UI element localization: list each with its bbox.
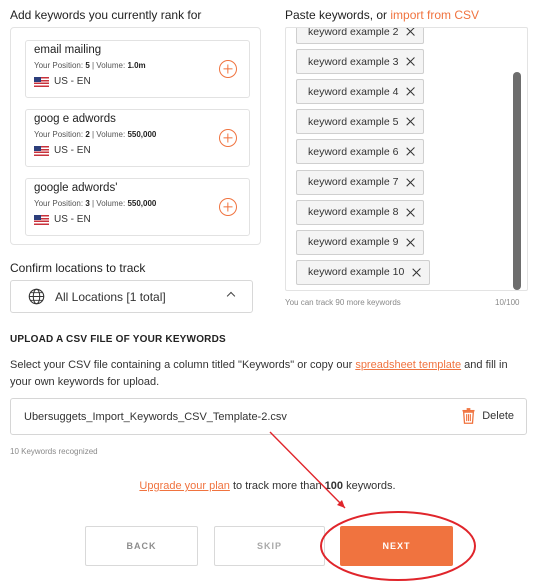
keyword-tag-label: keyword example 8 xyxy=(308,206,399,219)
remove-tag-icon[interactable] xyxy=(406,147,415,156)
next-button[interactable]: NEXT xyxy=(340,526,453,566)
add-keyword-button[interactable] xyxy=(219,60,237,78)
keyword-meta: Your Position: 3 | Volume: 550,000 xyxy=(34,199,157,208)
trash-icon xyxy=(462,408,475,424)
keywords-recognized: 10 Keywords recognized xyxy=(10,447,98,456)
keyword-tag-label: keyword example 5 xyxy=(308,115,399,128)
remove-tag-icon[interactable] xyxy=(406,117,415,126)
remove-tag-icon[interactable] xyxy=(406,87,415,96)
keyword-name: email mailing xyxy=(34,44,102,56)
us-flag-icon xyxy=(34,145,49,156)
import-csv-link[interactable]: import from CSV xyxy=(390,8,479,22)
keyword-tag-label: keyword example 9 xyxy=(308,236,399,249)
keyword-meta: Your Position: 5 | Volume: 1.0m xyxy=(34,61,146,70)
file-name: Ubersuggets_Import_Keywords_CSV_Template… xyxy=(24,411,287,423)
keyword-location: US - EN xyxy=(34,145,91,156)
globe-icon xyxy=(28,288,45,305)
us-flag-icon xyxy=(34,76,49,87)
ranked-keywords-panel: email mailing Your Position: 5 | Volume:… xyxy=(10,27,261,245)
upgrade-plan-link[interactable]: Upgrade your plan xyxy=(139,480,230,492)
add-keywords-heading: Add keywords you currently rank for xyxy=(10,8,202,22)
locations-heading: Confirm locations to track xyxy=(10,261,146,275)
keyword-tag: keyword example 6 xyxy=(296,139,425,165)
delete-file-button[interactable]: Delete xyxy=(462,408,514,424)
keyword-tag: keyword example 3 xyxy=(296,49,425,75)
skip-button[interactable]: SKIP xyxy=(214,526,325,566)
keyword-tags-list: keyword example 2 keyword example 3 keywor… xyxy=(286,28,514,290)
keyword-location: US - EN xyxy=(34,76,91,87)
keyword-tag: keyword example 10 xyxy=(296,259,431,285)
remove-tag-icon[interactable] xyxy=(406,57,415,66)
keyword-meta: Your Position: 2 | Volume: 550,000 xyxy=(34,130,157,139)
arrow-head-icon xyxy=(337,500,345,508)
upload-description: Select your CSV file containing a column… xyxy=(10,359,508,388)
keyword-tag: keyword example 2 xyxy=(296,27,425,44)
keyword-tag: keyword example 5 xyxy=(296,109,425,135)
uploaded-file-row: Ubersuggets_Import_Keywords_CSV_Template… xyxy=(10,398,527,435)
keyword-name: goog e adwords xyxy=(34,113,116,125)
add-keyword-button[interactable] xyxy=(219,129,237,147)
upload-title: UPLOAD A CSV FILE OF YOUR KEYWORDS xyxy=(10,334,226,345)
tags-scrollbar[interactable] xyxy=(513,72,521,290)
upgrade-note: Upgrade your plan to track more than 100… xyxy=(139,480,396,492)
track-count: 10/100 xyxy=(495,298,520,307)
chevron-up-icon xyxy=(226,291,236,301)
ranked-keyword-card: goog e adwords Your Position: 2 | Volume… xyxy=(25,109,250,167)
remove-tag-icon[interactable] xyxy=(406,178,415,187)
keyword-tag-label: keyword example 4 xyxy=(308,85,399,98)
keyword-tag: keyword example 7 xyxy=(296,169,425,195)
keyword-name: google adwords' xyxy=(34,182,118,194)
keyword-location: US - EN xyxy=(34,214,91,225)
us-flag-icon xyxy=(34,214,49,225)
keyword-tag: keyword example 4 xyxy=(296,79,425,105)
ranked-keyword-card: email mailing Your Position: 5 | Volume:… xyxy=(25,40,250,98)
keyword-tag-label: keyword example 3 xyxy=(308,55,399,68)
keyword-tag-label: keyword example 2 xyxy=(308,27,399,38)
add-keyword-button[interactable] xyxy=(219,198,237,216)
ranked-keyword-card: google adwords' Your Position: 3 | Volum… xyxy=(25,178,250,236)
remove-tag-icon[interactable] xyxy=(406,28,415,36)
remove-tag-icon[interactable] xyxy=(406,208,415,217)
keyword-tags-panel[interactable]: keyword example 2 keyword example 3 keywor… xyxy=(285,27,528,291)
remove-tag-icon[interactable] xyxy=(406,238,415,247)
location-select-value: All Locations [1 total] xyxy=(55,289,166,304)
keyword-tag: keyword example 8 xyxy=(296,199,425,225)
track-remaining-note: You can track 90 more keywords xyxy=(285,298,401,307)
keyword-tag-label: keyword example 10 xyxy=(308,266,405,279)
spreadsheet-template-link[interactable]: spreadsheet template xyxy=(355,359,461,371)
remove-tag-icon[interactable] xyxy=(412,268,421,277)
back-button[interactable]: BACK xyxy=(85,526,198,566)
paste-keywords-heading: Paste keywords, or import from CSV xyxy=(285,8,480,22)
annotation-arrow xyxy=(269,431,346,509)
keyword-tag-label: keyword example 7 xyxy=(308,176,399,188)
location-select[interactable]: All Locations [1 total] xyxy=(10,280,253,313)
keyword-tag-label: keyword example 6 xyxy=(308,145,399,158)
keyword-tag: keyword example 9 xyxy=(296,229,425,255)
